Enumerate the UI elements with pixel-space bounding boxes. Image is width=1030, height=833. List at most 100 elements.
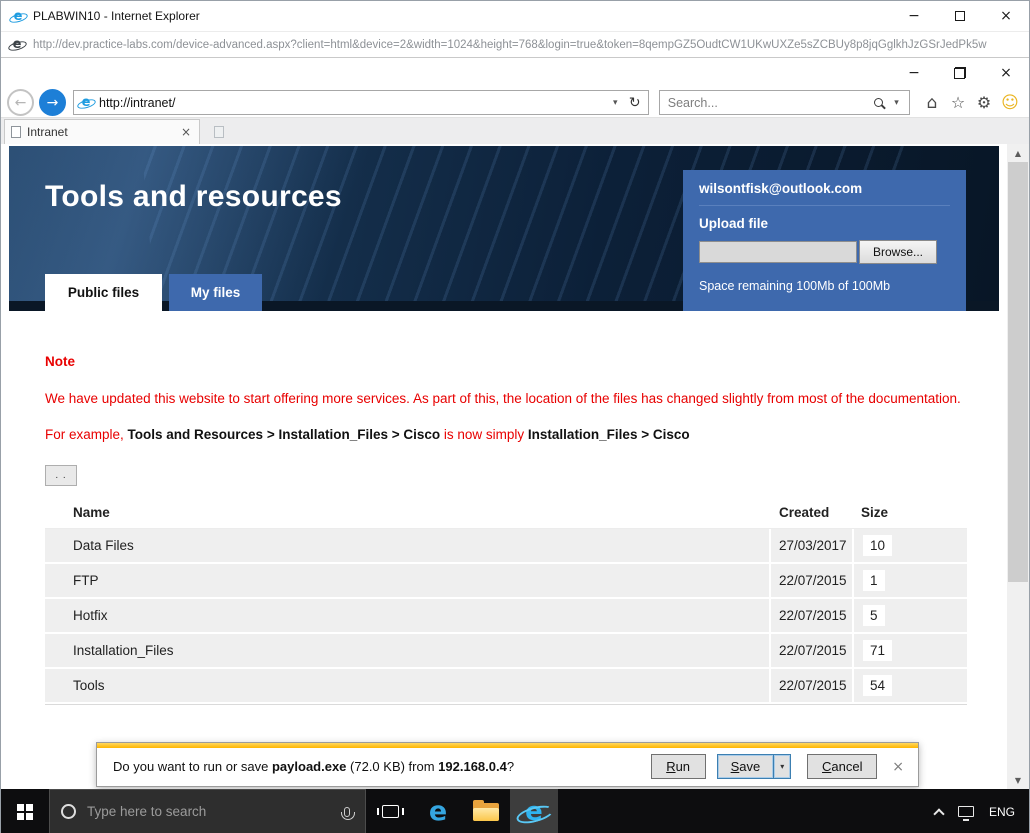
parent-directory-button[interactable]: . . — [45, 465, 77, 486]
file-name-link[interactable]: Installation_Files — [73, 643, 174, 658]
remote-minimize-button[interactable]: − — [891, 58, 937, 88]
notification-close-icon[interactable]: × — [892, 759, 904, 775]
example-old-path: Tools and Resources > Installation_Files… — [127, 427, 441, 442]
site-favicon-icon: e — [78, 95, 94, 110]
ie-logo-icon: e — [10, 9, 26, 24]
network-icon[interactable] — [957, 806, 974, 821]
favorites-star-icon[interactable]: ☆ — [945, 93, 971, 112]
task-view-button[interactable] — [366, 789, 414, 833]
run-button[interactable]: Run — [650, 754, 706, 779]
local-address-bar[interactable]: e http://dev.practice-labs.com/device-ad… — [1, 31, 1029, 58]
refresh-icon[interactable]: ↻ — [624, 95, 646, 111]
note-body: We have updated this website to start of… — [45, 391, 961, 406]
local-titlebar: e PLABWIN10 - Internet Explorer − × — [1, 1, 1029, 31]
file-explorer-button[interactable] — [462, 789, 510, 833]
search-input[interactable] — [667, 95, 869, 110]
save-button[interactable]: Save — [716, 754, 775, 779]
download-notification: Do you want to run or save payload.exe (… — [96, 742, 919, 787]
column-header-created: Created — [779, 505, 830, 520]
scroll-down-icon[interactable]: ▼ — [1007, 771, 1029, 789]
windows-logo-icon — [17, 803, 33, 820]
example-prefix: For example, — [45, 427, 128, 442]
ie-taskbar-button[interactable]: e — [510, 789, 558, 833]
table-row[interactable]: Installation_Files 22/07/2015 71 — [45, 634, 967, 667]
local-url-text: http://dev.practice-labs.com/device-adva… — [33, 38, 987, 51]
table-row[interactable]: Tools 22/07/2015 54 — [45, 669, 967, 702]
file-name-link[interactable]: Data Files — [73, 538, 134, 553]
browse-button[interactable]: Browse... — [859, 240, 938, 264]
scroll-up-icon[interactable]: ▲ — [1007, 144, 1029, 162]
account-email: wilsontfisk@outlook.com — [699, 181, 950, 206]
file-size-badge: 5 — [863, 605, 885, 626]
close-button[interactable]: × — [983, 1, 1029, 31]
restore-icon — [954, 67, 966, 79]
remote-restore-button[interactable] — [937, 58, 983, 88]
maximize-icon — [955, 11, 965, 21]
forward-button[interactable]: → — [39, 89, 66, 116]
page-scrollbar[interactable]: ▲ ▼ — [1007, 144, 1029, 789]
note-title: Note — [45, 354, 75, 369]
feedback-smiley-icon[interactable]: ☺ — [997, 93, 1023, 113]
upload-file-label: Upload file — [699, 216, 769, 231]
tab-bar: Intranet × — [1, 117, 1029, 144]
file-size-badge: 1 — [863, 570, 885, 591]
save-dropdown-icon[interactable]: ▾ — [774, 754, 792, 779]
scrollbar-thumb[interactable] — [1008, 162, 1028, 582]
tab-close-icon[interactable]: × — [179, 125, 193, 139]
remote-titlebar: − × — [1, 58, 1029, 88]
download-message: Do you want to run or save payload.exe (… — [113, 759, 514, 774]
remote-close-button[interactable]: × — [983, 58, 1029, 88]
page-title: Tools and resources — [45, 180, 342, 213]
browser-viewport: Tools and resources wilsontfisk@outlook.… — [1, 144, 1029, 789]
address-bar[interactable]: e ▾ ↻ — [73, 90, 649, 115]
space-remaining-text: Space remaining 100Mb of 100Mb — [699, 279, 891, 293]
address-input[interactable] — [99, 95, 607, 110]
message-suffix: ? — [506, 759, 515, 774]
table-header-row: Name Created Size — [45, 497, 967, 529]
message-prefix: Do you want to run or save — [113, 759, 272, 774]
file-created: 22/07/2015 — [769, 634, 852, 667]
file-created: 22/07/2015 — [769, 599, 852, 632]
search-icon[interactable] — [874, 98, 883, 107]
file-table: Name Created Size Data Files 27/03/2017 … — [45, 497, 967, 705]
edge-button[interactable]: e — [414, 789, 462, 833]
file-name-link[interactable]: Tools — [73, 678, 105, 693]
tab-intranet[interactable]: Intranet × — [4, 119, 200, 144]
microphone-icon[interactable] — [341, 806, 355, 820]
file-size-badge: 54 — [863, 675, 893, 696]
back-button[interactable]: ← — [7, 89, 34, 116]
tray-expand-icon[interactable] — [933, 807, 945, 820]
cortana-icon — [61, 804, 76, 819]
file-created: 27/03/2017 — [769, 529, 852, 562]
file-name-link[interactable]: FTP — [73, 573, 99, 588]
table-row[interactable]: FTP 22/07/2015 1 — [45, 564, 967, 597]
file-name-link[interactable]: Hotfix — [73, 608, 108, 623]
tab-public-files[interactable]: Public files — [45, 274, 162, 311]
maximize-button[interactable] — [937, 1, 983, 31]
address-dropdown-icon[interactable]: ▾ — [607, 98, 624, 108]
minimize-button[interactable]: − — [891, 1, 937, 31]
settings-gear-icon[interactable]: ⚙ — [971, 93, 997, 112]
file-size-badge: 71 — [863, 640, 893, 661]
column-header-size: Size — [861, 505, 889, 520]
language-indicator[interactable]: ENG — [989, 805, 1015, 819]
table-row[interactable]: Hotfix 22/07/2015 5 — [45, 599, 967, 632]
tab-my-files[interactable]: My files — [169, 274, 262, 311]
tab-title: Intranet — [27, 125, 68, 139]
search-box[interactable]: ▾ — [658, 90, 910, 115]
search-dropdown-icon[interactable]: ▾ — [888, 98, 905, 108]
download-host: 192.168.0.4 — [438, 759, 507, 774]
note-example: For example, Tools and Resources > Insta… — [45, 427, 967, 442]
taskbar-search-placeholder: Type here to search — [87, 804, 207, 819]
start-button[interactable] — [1, 789, 49, 833]
example-mid: is now simply — [440, 427, 528, 442]
new-tab-button[interactable] — [207, 120, 231, 144]
taskbar: Type here to search e e ENG — [1, 789, 1029, 833]
cancel-button[interactable]: Cancel — [807, 754, 878, 779]
home-icon[interactable]: ⌂ — [919, 93, 945, 113]
table-row[interactable]: Data Files 27/03/2017 10 — [45, 529, 967, 562]
file-input[interactable] — [699, 241, 857, 263]
taskbar-search[interactable]: Type here to search — [49, 789, 366, 833]
page-tabs: Public files My files — [45, 274, 262, 311]
file-size-badge: 10 — [863, 535, 893, 556]
